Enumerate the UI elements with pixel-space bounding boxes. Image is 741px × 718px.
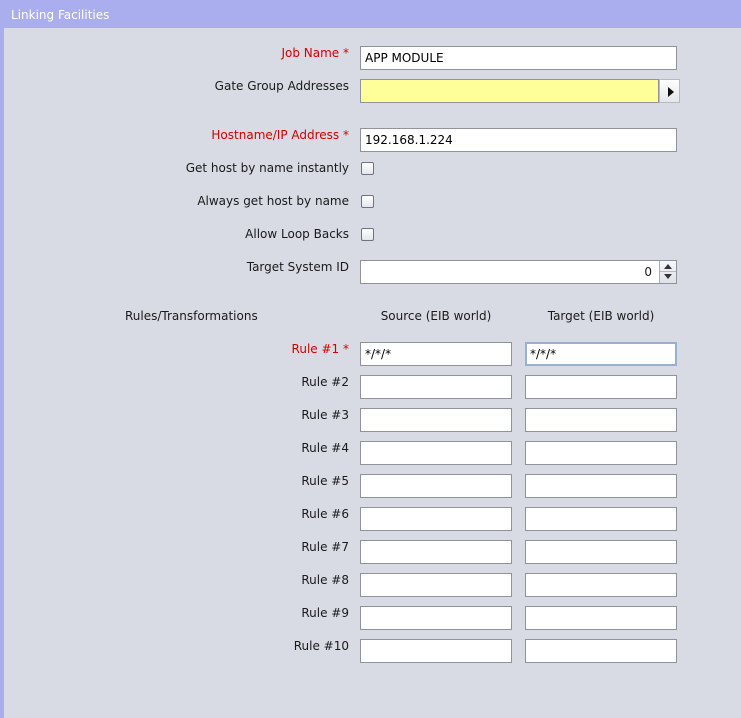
rule-5-source-input[interactable]	[360, 474, 512, 498]
gate-group-label: Gate Group Addresses	[214, 79, 349, 93]
rule-7-label: Rule #7	[301, 540, 349, 554]
rule-4-label: Rule #4	[301, 441, 349, 455]
get-host-instantly-label: Get host by name instantly	[185, 161, 349, 175]
rule-3-label: Rule #3	[301, 408, 349, 422]
gate-group-expand-button[interactable]	[659, 79, 680, 103]
rule-5-target-input[interactable]	[525, 474, 677, 498]
rule-2-target-input[interactable]	[525, 375, 677, 399]
rule-6-source-input[interactable]	[360, 507, 512, 531]
rule-10-label: Rule #10	[293, 639, 349, 653]
spinner-down-icon[interactable]	[664, 274, 672, 279]
rule-3-target-input[interactable]	[525, 408, 677, 432]
rule-1-label: Rule #1 *	[291, 342, 349, 356]
allow-loop-backs-label: Allow Loop Backs	[245, 227, 349, 241]
rule-10-source-input[interactable]	[360, 639, 512, 663]
allow-loop-backs-checkbox[interactable]	[361, 228, 374, 241]
hostname-input[interactable]: 192.168.1.224	[360, 128, 677, 152]
rule-4-source-input[interactable]	[360, 441, 512, 465]
rule-4-target-input[interactable]	[525, 441, 677, 465]
spinner-up-icon[interactable]	[664, 264, 672, 269]
gate-group-input[interactable]	[360, 79, 659, 103]
rule-2-label: Rule #2	[301, 375, 349, 389]
rule-8-source-input[interactable]	[360, 573, 512, 597]
rule-1-source-input[interactable]: */*/*	[360, 342, 512, 366]
rule-6-label: Rule #6	[301, 507, 349, 521]
rule-9-target-input[interactable]	[525, 606, 677, 630]
rule-9-label: Rule #9	[301, 606, 349, 620]
spinner-divider	[660, 271, 676, 272]
rule-8-label: Rule #8	[301, 573, 349, 587]
rule-6-target-input[interactable]	[525, 507, 677, 531]
always-get-host-checkbox[interactable]	[361, 195, 374, 208]
rule-7-source-input[interactable]	[360, 540, 512, 564]
source-column-header: Source (EIB world)	[380, 309, 492, 323]
rule-9-source-input[interactable]	[360, 606, 512, 630]
rule-7-target-input[interactable]	[525, 540, 677, 564]
job-name-label: Job Name *	[281, 46, 349, 60]
rule-3-source-input[interactable]	[360, 408, 512, 432]
rule-10-target-input[interactable]	[525, 639, 677, 663]
target-system-value[interactable]: 0	[644, 261, 652, 283]
rule-8-target-input[interactable]	[525, 573, 677, 597]
panel-title: Linking Facilities	[4, 2, 741, 28]
get-host-instantly-checkbox[interactable]	[361, 162, 374, 175]
spinner-buttons	[659, 261, 676, 283]
job-name-input[interactable]: APP MODULE	[360, 46, 677, 70]
target-column-header: Target (EIB world)	[547, 309, 655, 323]
rule-2-source-input[interactable]	[360, 375, 512, 399]
target-system-label: Target System ID	[246, 260, 349, 274]
rules-section-label: Rules/Transformations	[125, 309, 258, 323]
rule-1-target-input[interactable]: */*/*	[525, 342, 677, 366]
target-system-spinner[interactable]: 0	[360, 260, 677, 284]
hostname-label: Hostname/IP Address *	[211, 128, 349, 142]
rule-5-label: Rule #5	[301, 474, 349, 488]
always-get-host-label: Always get host by name	[197, 194, 349, 208]
